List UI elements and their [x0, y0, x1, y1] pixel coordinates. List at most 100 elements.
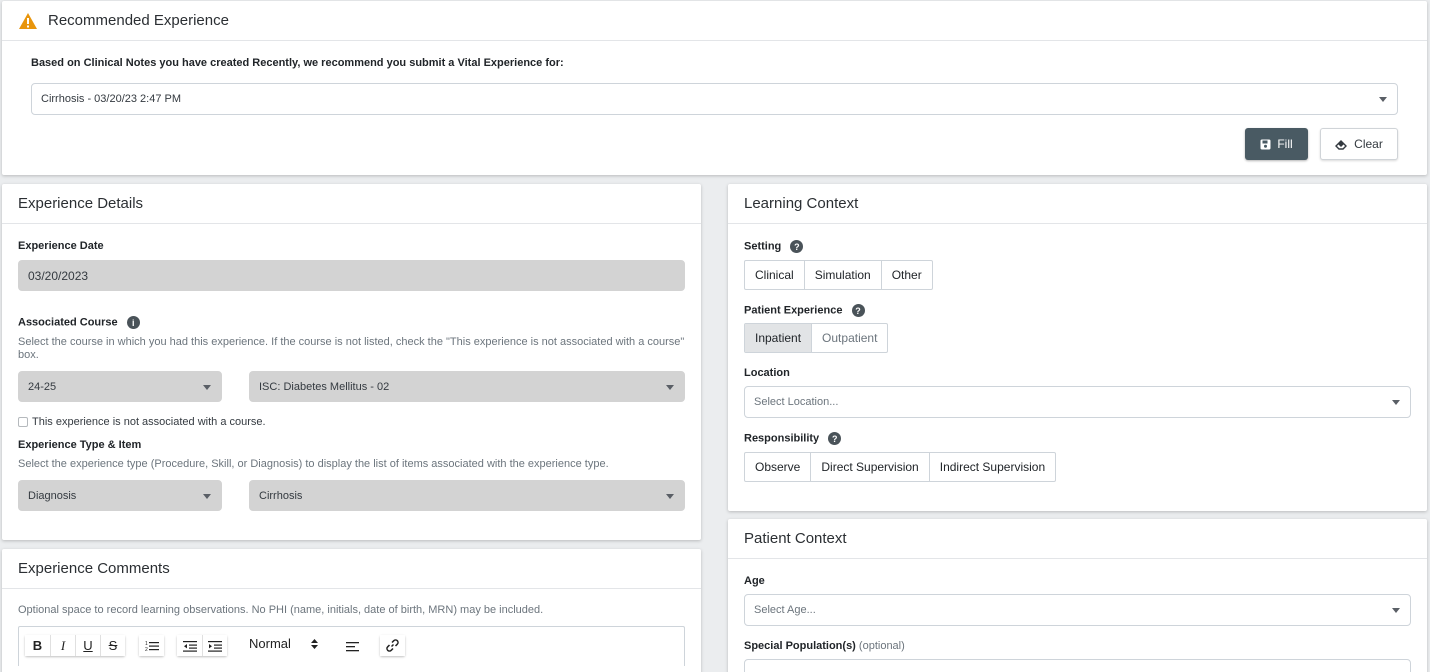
- link-icon: [386, 639, 399, 652]
- recommended-header: Recommended Experience: [2, 1, 1427, 41]
- chevron-down-icon: [666, 385, 674, 390]
- clear-button-label: Clear: [1354, 137, 1383, 151]
- experience-date-label: Experience Date: [18, 240, 104, 252]
- experience-item-select[interactable]: Cirrhosis: [249, 480, 685, 511]
- recommended-experience-card: Recommended Experience Based on Clinical…: [2, 1, 1427, 175]
- no-course-checkbox-row[interactable]: This experience is not associated with a…: [18, 416, 266, 428]
- no-course-checkbox[interactable]: [18, 417, 28, 427]
- patient-option-inpatient[interactable]: Inpatient: [745, 324, 813, 352]
- experience-date-value: 03/20/2023: [28, 268, 89, 283]
- ordered-list-icon: 12: [145, 641, 159, 652]
- learning-context-title: Learning Context: [744, 195, 859, 212]
- associated-course-label: Associated Course i: [18, 316, 140, 329]
- svg-text:2: 2: [145, 647, 148, 652]
- recommended-select[interactable]: Cirrhosis - 03/20/23 2:47 PM: [31, 83, 1398, 115]
- chevron-down-icon: [666, 494, 674, 499]
- bold-button[interactable]: B: [25, 635, 50, 656]
- chevron-down-icon: [1392, 608, 1400, 613]
- special-population-label-text: Special Population(s): [744, 640, 856, 652]
- fill-button[interactable]: Fill: [1245, 128, 1308, 160]
- experience-type-label: Experience Type & Item: [18, 439, 142, 451]
- setting-option-simulation[interactable]: Simulation: [805, 261, 882, 289]
- clear-button[interactable]: Clear: [1320, 128, 1398, 160]
- experience-type-select[interactable]: Diagnosis: [18, 480, 222, 511]
- save-icon: [1260, 139, 1271, 149]
- heading-format-select[interactable]: Normal: [249, 636, 318, 651]
- age-select[interactable]: Select Age...: [744, 594, 1411, 626]
- patient-context-header: Patient Context: [728, 519, 1427, 559]
- associated-course-text: Associated Course: [18, 316, 118, 329]
- special-population-optional: (optional): [858, 640, 905, 652]
- question-icon[interactable]: ?: [828, 432, 842, 445]
- align-left-icon: [346, 642, 359, 652]
- setting-toggle-group: Clinical Simulation Other: [744, 260, 933, 290]
- patient-experience-label: Patient Experience ?: [744, 304, 865, 317]
- chevron-down-icon: [1379, 97, 1387, 102]
- course-value: ISC: Diabetes Mellitus - 02: [259, 380, 390, 393]
- location-label: Location: [744, 367, 790, 379]
- strikethrough-button[interactable]: S: [100, 635, 125, 656]
- recommended-select-value: Cirrhosis - 03/20/23 2:47 PM: [41, 93, 182, 105]
- chevron-down-icon: [203, 494, 211, 499]
- chevron-down-icon: [203, 385, 211, 390]
- special-population-label: Special Population(s) (optional): [744, 640, 905, 652]
- indent-button[interactable]: [202, 635, 227, 656]
- location-placeholder: Select Location...: [754, 396, 839, 408]
- setting-label: Setting ?: [744, 240, 804, 253]
- responsibility-toggle-group: Observe Direct Supervision Indirect Supe…: [744, 452, 1057, 482]
- patient-context-card: Patient Context Age Select Age... Specia…: [728, 519, 1427, 672]
- experience-type-help: Select the experience type (Procedure, S…: [18, 458, 609, 470]
- heading-format-value: Normal: [249, 636, 291, 651]
- italic-button[interactable]: I: [50, 635, 75, 656]
- experience-date-field[interactable]: 03/20/2023: [18, 260, 685, 291]
- recommended-title: Recommended Experience: [48, 12, 229, 29]
- responsibility-label: Responsibility ?: [744, 432, 842, 445]
- experience-comments-help: Optional space to record learning observ…: [18, 604, 544, 616]
- outdent-button[interactable]: [177, 635, 202, 656]
- associated-course-help: Select the course in which you had this …: [18, 336, 685, 361]
- setting-label-text: Setting: [744, 240, 782, 253]
- location-select[interactable]: Select Location...: [744, 386, 1411, 418]
- course-year-value: 24-25: [28, 380, 57, 393]
- editor-toolbar: B I U S 12 Normal: [18, 626, 685, 666]
- experience-details-card: Experience Details Experience Date 03/20…: [2, 184, 701, 540]
- responsibility-option-indirect[interactable]: Indirect Supervision: [930, 453, 1055, 481]
- warning-icon: [19, 12, 37, 29]
- age-label: Age: [744, 575, 765, 587]
- indent-group: [177, 635, 227, 656]
- setting-option-clinical[interactable]: Clinical: [745, 261, 805, 289]
- info-icon[interactable]: i: [126, 316, 140, 329]
- updown-arrow-icon: [310, 638, 318, 649]
- patient-context-title: Patient Context: [744, 530, 847, 547]
- special-population-select[interactable]: [744, 659, 1411, 672]
- chevron-down-icon: [1392, 400, 1400, 405]
- patient-option-outpatient[interactable]: Outpatient: [812, 324, 887, 352]
- experience-type-value: Diagnosis: [28, 489, 77, 502]
- question-icon[interactable]: ?: [851, 304, 865, 317]
- question-icon[interactable]: ?: [790, 240, 804, 253]
- learning-context-card: Learning Context Setting ? Clinical Simu…: [728, 184, 1427, 511]
- text-format-group: B I U S: [25, 635, 125, 656]
- align-button[interactable]: [346, 639, 359, 657]
- link-button[interactable]: [380, 635, 405, 656]
- learning-context-header: Learning Context: [728, 184, 1427, 224]
- list-group: 12: [139, 635, 164, 656]
- experience-comments-header: Experience Comments: [2, 549, 701, 589]
- experience-details-title: Experience Details: [18, 195, 144, 212]
- responsibility-option-observe[interactable]: Observe: [745, 453, 812, 481]
- outdent-icon: [182, 640, 197, 652]
- fill-button-label: Fill: [1277, 137, 1293, 151]
- course-year-select[interactable]: 24-25: [18, 371, 222, 402]
- ordered-list-button[interactable]: 12: [139, 635, 164, 656]
- underline-button[interactable]: U: [75, 635, 100, 656]
- eraser-icon: [1335, 139, 1348, 150]
- responsibility-option-direct[interactable]: Direct Supervision: [811, 453, 930, 481]
- link-group: [380, 635, 405, 656]
- patient-experience-toggle-group: Inpatient Outpatient: [744, 323, 889, 353]
- recommended-prompt: Based on Clinical Notes you have created…: [31, 57, 564, 69]
- age-placeholder: Select Age...: [754, 604, 816, 616]
- responsibility-label-text: Responsibility: [744, 432, 820, 445]
- course-select[interactable]: ISC: Diabetes Mellitus - 02: [249, 371, 685, 402]
- setting-option-other[interactable]: Other: [882, 261, 932, 289]
- experience-item-value: Cirrhosis: [259, 489, 303, 502]
